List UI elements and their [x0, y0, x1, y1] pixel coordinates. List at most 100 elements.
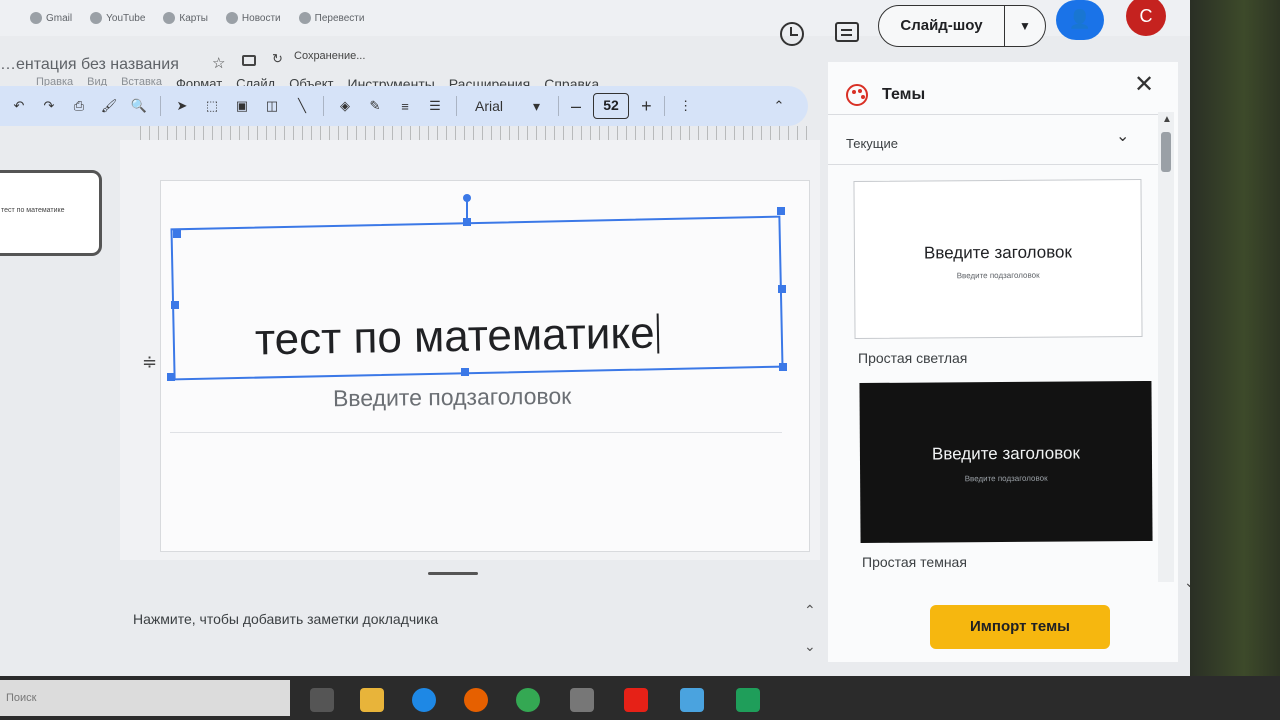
comment-icon[interactable] [835, 22, 859, 42]
bookmark-youtube[interactable]: YouTube [90, 12, 145, 24]
save-status: Сохранение... [294, 50, 366, 62]
share-button[interactable]: 👤 [1056, 0, 1104, 40]
rotate-handle[interactable] [463, 194, 471, 202]
image-icon[interactable]: ▣ [233, 97, 251, 115]
divider [663, 96, 665, 116]
gmail-icon [30, 12, 42, 24]
file-explorer-icon[interactable] [360, 688, 384, 712]
resize-handle[interactable] [173, 230, 181, 238]
vertical-align-icon[interactable]: ≑ [142, 352, 157, 373]
fill-color-icon[interactable]: ◈ [336, 97, 354, 115]
ruler[interactable] [140, 126, 808, 140]
folder-icon[interactable] [242, 55, 256, 66]
collapse-toolbar-icon[interactable]: ⌃ [770, 97, 788, 115]
font-size-increase-button[interactable]: + [641, 96, 652, 117]
chevron-down-icon[interactable]: ▼ [1005, 19, 1045, 33]
divider [828, 114, 1158, 115]
chrome-icon[interactable] [516, 688, 540, 712]
chevron-up-icon[interactable]: ⌃ [804, 602, 816, 619]
divider [323, 96, 324, 116]
import-theme-button[interactable]: Импорт темы [930, 605, 1110, 649]
chevron-down-icon[interactable]: ⌄ [1116, 126, 1129, 146]
theme-name: Простая темная [862, 554, 967, 570]
edge-icon[interactable] [412, 688, 436, 712]
resize-handle[interactable] [777, 207, 785, 215]
scroll-thumb[interactable] [1161, 132, 1171, 172]
themes-section-current[interactable]: Текущие [846, 136, 898, 151]
speaker-notes[interactable]: Нажмите, чтобы добавить заметки докладчи… [133, 611, 438, 627]
theme-name: Простая светлая [858, 350, 968, 366]
notes-resize-handle[interactable] [428, 572, 478, 575]
thumbnail-title: тест по математике [1, 207, 65, 214]
font-size-decrease-button[interactable]: – [571, 96, 581, 117]
sync-icon: ↻ [272, 51, 283, 66]
slide-title-text: тест по математике [254, 308, 655, 365]
app-icon[interactable] [680, 688, 704, 712]
bookmark-gmail[interactable]: Gmail [30, 12, 72, 24]
text-box-icon[interactable]: ⬚ [203, 97, 221, 115]
scroll-up-icon[interactable]: ▲ [1162, 114, 1172, 125]
chevron-down-icon: ▾ [533, 97, 541, 114]
youtube-icon [90, 12, 103, 24]
taskbar-search[interactable]: Поиск [0, 680, 290, 716]
font-select[interactable]: Arial ▾ [469, 98, 546, 115]
bookmark-translate[interactable]: Перевести [298, 12, 364, 24]
globe-icon [298, 12, 311, 24]
divider [828, 164, 1158, 165]
task-view-icon[interactable] [310, 688, 334, 712]
theme-card-dark[interactable]: Введите заголовок Введите подзаголовок [859, 380, 1153, 544]
resize-handle[interactable] [778, 285, 786, 293]
close-icon[interactable]: ✕ [1134, 70, 1154, 99]
themes-header: Темы [846, 84, 925, 106]
more-options-icon[interactable]: ⋮ [677, 97, 695, 115]
undo-icon[interactable]: ↶ [10, 97, 28, 115]
slide-title[interactable]: тест по математике [255, 308, 659, 365]
font-name: Arial [475, 98, 504, 114]
background-edge [1190, 0, 1280, 720]
slide-thumbnail[interactable]: тест по математике [0, 170, 102, 256]
bookmark-maps[interactable]: Карты [163, 12, 208, 24]
divider [160, 96, 161, 116]
theme-card-title: Введите заголовок [931, 443, 1080, 464]
chevron-down-icon[interactable]: ⌄ [804, 638, 816, 655]
divider [456, 96, 457, 116]
scrollbar[interactable] [1158, 112, 1174, 582]
border-color-icon[interactable]: ✎ [366, 97, 384, 115]
palette-icon [846, 84, 868, 106]
theme-card-light[interactable]: Введите заголовок Введите подзаголовок [853, 178, 1143, 340]
pycharm-icon[interactable] [736, 688, 760, 712]
maps-icon [163, 12, 176, 24]
resize-handle[interactable] [461, 368, 469, 376]
theme-card-subtitle: Введите подзаголовок [956, 270, 1040, 281]
star-icon[interactable]: ☆ [212, 54, 225, 72]
zoom-icon[interactable]: 🔍 [130, 97, 148, 115]
border-weight-icon[interactable]: ≡ [396, 97, 414, 115]
document-title[interactable]: …ентация без названия [0, 56, 179, 74]
history-icon[interactable] [780, 22, 804, 46]
firefox-icon[interactable] [464, 688, 488, 712]
border-dash-icon[interactable]: ☰ [426, 97, 444, 115]
line-icon[interactable]: ╲ [293, 97, 311, 115]
font-size-input[interactable]: 52 [593, 93, 630, 119]
slide-subtitle[interactable]: Введите подзаголовок [333, 383, 572, 412]
resize-handle[interactable] [463, 218, 471, 226]
youtube-icon[interactable] [624, 688, 648, 712]
redo-icon[interactable]: ↷ [40, 97, 58, 115]
slideshow-label[interactable]: Слайд-шоу [879, 6, 1005, 46]
resize-handle[interactable] [779, 363, 787, 371]
add-person-icon: 👤 [1068, 9, 1092, 29]
toolbar: ↶ ↷ ⎙ 🖌 🔍 ➤ ⬚ ▣ ◫ ╲ ◈ ✎ ≡ ☰ Arial ▾ – 52 … [0, 86, 808, 126]
bookmark-news[interactable]: Новости [225, 12, 281, 24]
resize-handle[interactable] [167, 373, 175, 381]
resize-handle[interactable] [171, 301, 179, 309]
paint-format-icon[interactable]: 🖌 [100, 97, 118, 115]
theme-card-title: Введите заголовок [923, 242, 1072, 263]
print-icon[interactable]: ⎙ [70, 97, 88, 115]
themes-title: Темы [882, 86, 926, 103]
theme-card-subtitle: Введите подзаголовок [964, 473, 1048, 484]
globe-icon [225, 12, 238, 24]
shape-icon[interactable]: ◫ [263, 97, 281, 115]
wikipedia-icon[interactable] [570, 688, 594, 712]
slideshow-button[interactable]: Слайд-шоу ▼ [878, 5, 1046, 47]
select-icon[interactable]: ➤ [173, 97, 191, 115]
